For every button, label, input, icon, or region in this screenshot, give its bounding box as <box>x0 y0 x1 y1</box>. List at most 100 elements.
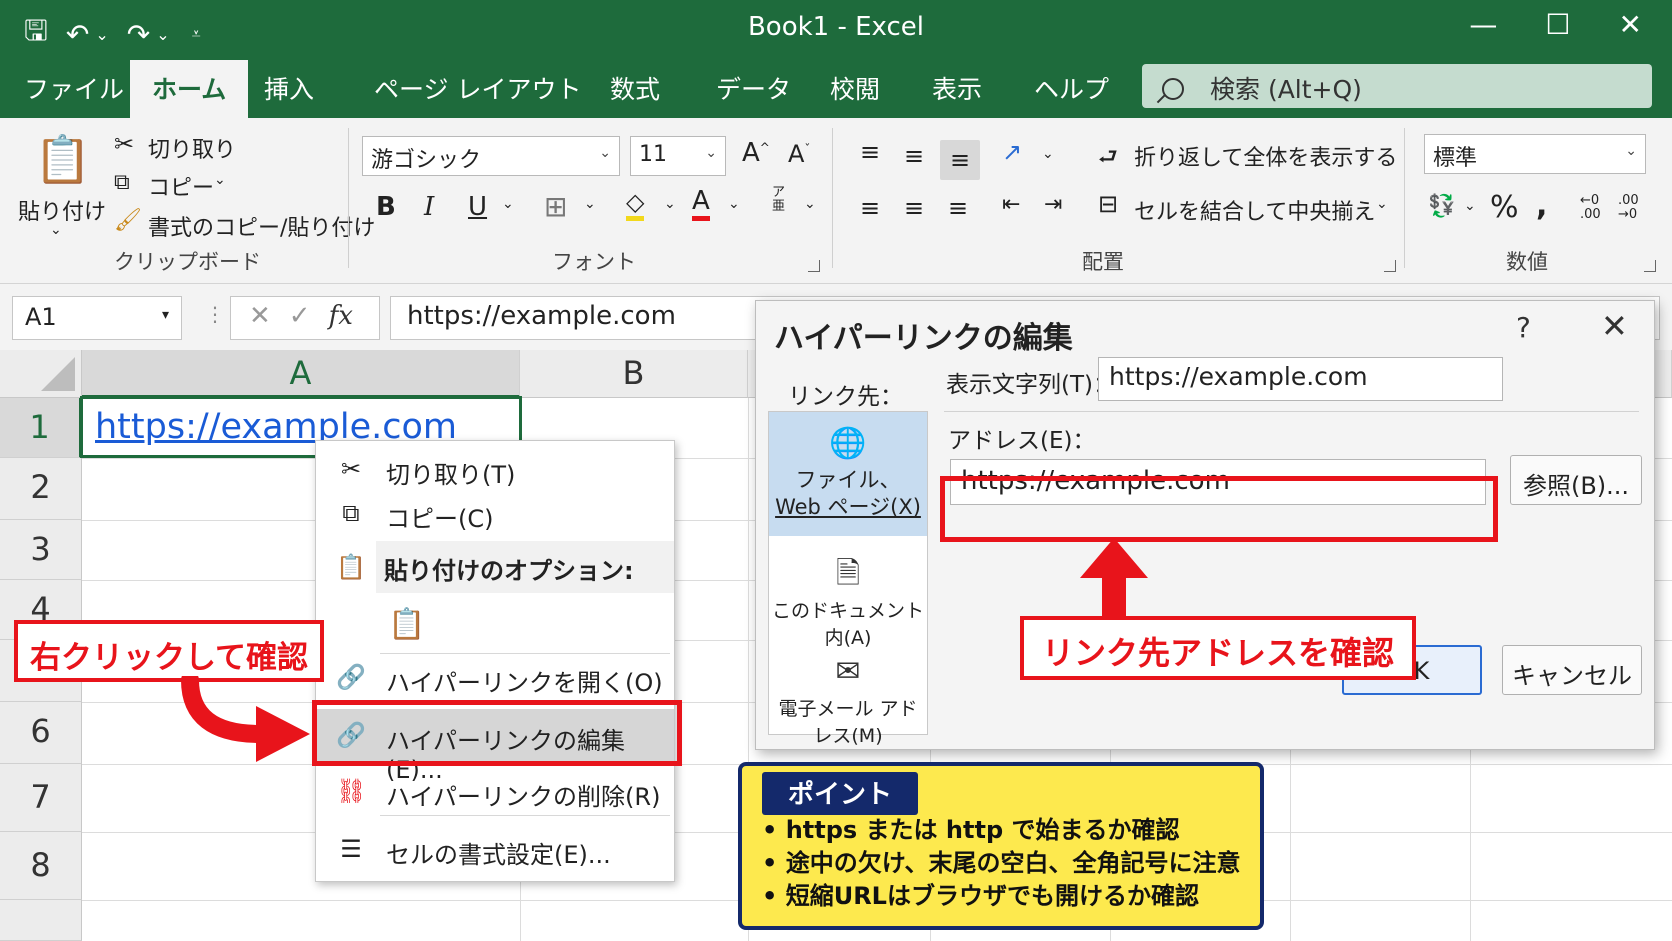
number-launcher-icon[interactable] <box>1644 260 1656 272</box>
help-icon[interactable]: ? <box>1516 311 1531 344</box>
wrap-text-button[interactable]: 折り返して全体を表示する <box>1134 140 1397 172</box>
tab-file[interactable]: ファイル <box>24 70 124 106</box>
paste-options-header: 貼り付けのオプション: <box>376 541 674 593</box>
row-header-7[interactable]: 7 <box>0 764 82 832</box>
context-menu: ✂ 切り取り(T) ⧉ コピー(C) 📋 貼り付けのオプション: 📋 🔗 ハイパーリン… <box>315 440 675 882</box>
number-format-combo[interactable]: 標準 ⌄ <box>1424 134 1646 174</box>
decrease-font-icon[interactable]: Aˇ <box>788 140 810 168</box>
align-bottom-icon[interactable]: ≡ <box>940 140 980 180</box>
chevron-down-icon: ▾ <box>161 307 169 323</box>
align-center-icon[interactable]: ≡ <box>904 194 924 222</box>
paste-button[interactable]: 貼り付け <box>18 194 106 226</box>
tab-home[interactable]: ホーム <box>130 60 249 118</box>
row-header-1[interactable]: 1 <box>0 398 82 458</box>
row-header-6[interactable]: 6 <box>0 702 82 764</box>
menu-item-open-link[interactable]: 🔗 ハイパーリンクを開く(O) <box>316 657 674 701</box>
close-icon[interactable]: ✕ <box>1601 307 1628 345</box>
name-box[interactable]: A1 ▾ <box>12 296 182 340</box>
nav-email[interactable]: ✉ 電子メール アドレス(M) <box>769 640 927 747</box>
comma-style-icon[interactable]: , <box>1536 188 1547 223</box>
copy-dropdown-icon[interactable]: ⌄ <box>214 172 226 188</box>
increase-decimal-icon[interactable]: ←0.00 <box>1580 194 1601 222</box>
phonetic-icon[interactable]: ア亜 <box>772 186 785 214</box>
decrease-decimal-icon[interactable]: .00 →0 <box>1618 194 1639 222</box>
menu-separator <box>380 653 670 654</box>
tab-page-layout[interactable]: ページ レイアウト <box>374 70 581 106</box>
nav-this-document[interactable]: 🗎 このドキュメント内(A) <box>769 542 927 649</box>
row-header-9[interactable] <box>0 900 82 941</box>
maximize-icon[interactable]: ☐ <box>1545 8 1570 41</box>
menu-item-format-cells[interactable]: ☰ セルの書式設定(E)... <box>316 829 674 873</box>
ribbon-tabs: ファイル ホーム 挿入 ページ レイアウト 数式 データ 校閲 表示 ヘルプ 検… <box>0 56 1672 118</box>
tab-review[interactable]: 校閲 <box>830 70 880 106</box>
nav-file-web[interactable]: 🌐 ファイル、 Web ページ(X) <box>769 412 927 536</box>
resize-handle-icon[interactable]: ⋮ <box>205 302 225 326</box>
orientation-icon[interactable]: ↗ <box>1002 138 1022 166</box>
menu-item-remove-link[interactable]: ⛓ ハイパーリンクの削除(R) <box>316 771 674 815</box>
copy-button[interactable]: コピー <box>148 170 214 202</box>
search-box[interactable]: 検索 (Alt+Q) <box>1142 64 1652 108</box>
align-right-icon[interactable]: ≡ <box>948 194 968 222</box>
enter-icon[interactable]: ✓ <box>289 301 329 331</box>
percent-icon[interactable]: % <box>1490 190 1519 225</box>
font-color-dropdown-icon[interactable]: ⌄ <box>728 196 740 212</box>
borders-icon[interactable]: ⊞ <box>544 190 567 223</box>
minimize-icon[interactable]: — <box>1469 8 1497 41</box>
merge-dropdown-icon[interactable]: ⌄ <box>1376 196 1388 212</box>
paste-option-keep[interactable]: 📋 <box>316 601 674 645</box>
italic-icon[interactable]: I <box>424 192 434 222</box>
underline-dropdown-icon[interactable]: ⌄ <box>502 196 514 212</box>
fill-color-icon[interactable]: ◇ <box>626 188 645 221</box>
cancel-button[interactable]: キャンセル <box>1502 645 1642 695</box>
underline-icon[interactable]: U <box>468 192 487 222</box>
increase-indent-icon[interactable]: ⇥ <box>1044 192 1062 217</box>
row-header-8[interactable]: 8 <box>0 832 82 900</box>
cut-icon[interactable]: ✂ <box>114 130 134 158</box>
close-icon[interactable]: ✕ <box>1619 8 1642 41</box>
alignment-launcher-icon[interactable] <box>1384 260 1396 272</box>
font-size-combo[interactable]: 11 ⌄ <box>630 136 726 176</box>
callout-check-address: リンク先アドレスを確認 <box>1020 616 1416 680</box>
cut-button[interactable]: 切り取り <box>148 132 236 164</box>
paste-dropdown-icon[interactable]: ⌄ <box>50 222 62 238</box>
accounting-dropdown-icon[interactable]: ⌄ <box>1464 198 1476 214</box>
increase-font-icon[interactable]: A^ <box>742 138 770 168</box>
fill-color-dropdown-icon[interactable]: ⌄ <box>664 196 676 212</box>
row-header-3[interactable]: 3 <box>0 520 82 580</box>
align-top-icon[interactable]: ≡ <box>860 138 880 166</box>
column-header-a[interactable]: A <box>82 350 520 398</box>
tab-insert[interactable]: 挿入 <box>264 70 314 106</box>
format-painter-icon[interactable]: 🖌 <box>114 208 142 233</box>
font-color-icon[interactable]: A <box>692 186 710 221</box>
bold-icon[interactable]: B <box>376 192 396 222</box>
font-launcher-icon[interactable] <box>808 260 820 272</box>
row-header-2[interactable]: 2 <box>0 458 82 520</box>
tab-formulas[interactable]: 数式 <box>610 70 660 106</box>
wrap-text-icon[interactable]: ⮐ <box>1098 140 1118 178</box>
arrow-to-menu-icon <box>181 676 310 762</box>
align-middle-icon[interactable]: ≡ <box>904 142 924 170</box>
cancel-icon[interactable]: ✕ <box>249 301 289 331</box>
merge-center-button[interactable]: セルを結合して中央揃え <box>1134 194 1375 226</box>
tab-view[interactable]: 表示 <box>932 70 982 106</box>
paste-icon[interactable]: 📋 <box>34 132 91 187</box>
borders-dropdown-icon[interactable]: ⌄ <box>584 196 596 212</box>
merge-center-icon[interactable]: ⊟ <box>1098 190 1118 218</box>
font-name-combo[interactable]: 游ゴシック ⌄ <box>362 136 620 176</box>
phonetic-dropdown-icon[interactable]: ⌄ <box>804 196 816 212</box>
menu-item-copy[interactable]: ⧉ コピー(C) <box>316 493 674 537</box>
decrease-indent-icon[interactable]: ⇤ <box>1002 192 1020 217</box>
column-header-b[interactable]: B <box>520 350 748 398</box>
tab-help[interactable]: ヘルプ <box>1034 70 1109 106</box>
copy-icon[interactable]: ⧉ <box>114 170 130 195</box>
accounting-format-icon[interactable]: 💱 <box>1428 194 1455 219</box>
display-text-input[interactable]: https://example.com <box>1098 357 1503 401</box>
insert-function-icon[interactable]: fx <box>329 301 353 331</box>
browse-button[interactable]: 参照(B)... <box>1510 455 1642 505</box>
orientation-dropdown-icon[interactable]: ⌄ <box>1042 146 1054 162</box>
select-all-button[interactable] <box>0 350 82 398</box>
tab-data[interactable]: データ <box>716 70 791 106</box>
format-painter-button[interactable]: 書式のコピー/貼り付け <box>148 210 375 242</box>
menu-item-cut[interactable]: ✂ 切り取り(T) <box>316 449 674 493</box>
align-left-icon[interactable]: ≡ <box>860 194 880 222</box>
